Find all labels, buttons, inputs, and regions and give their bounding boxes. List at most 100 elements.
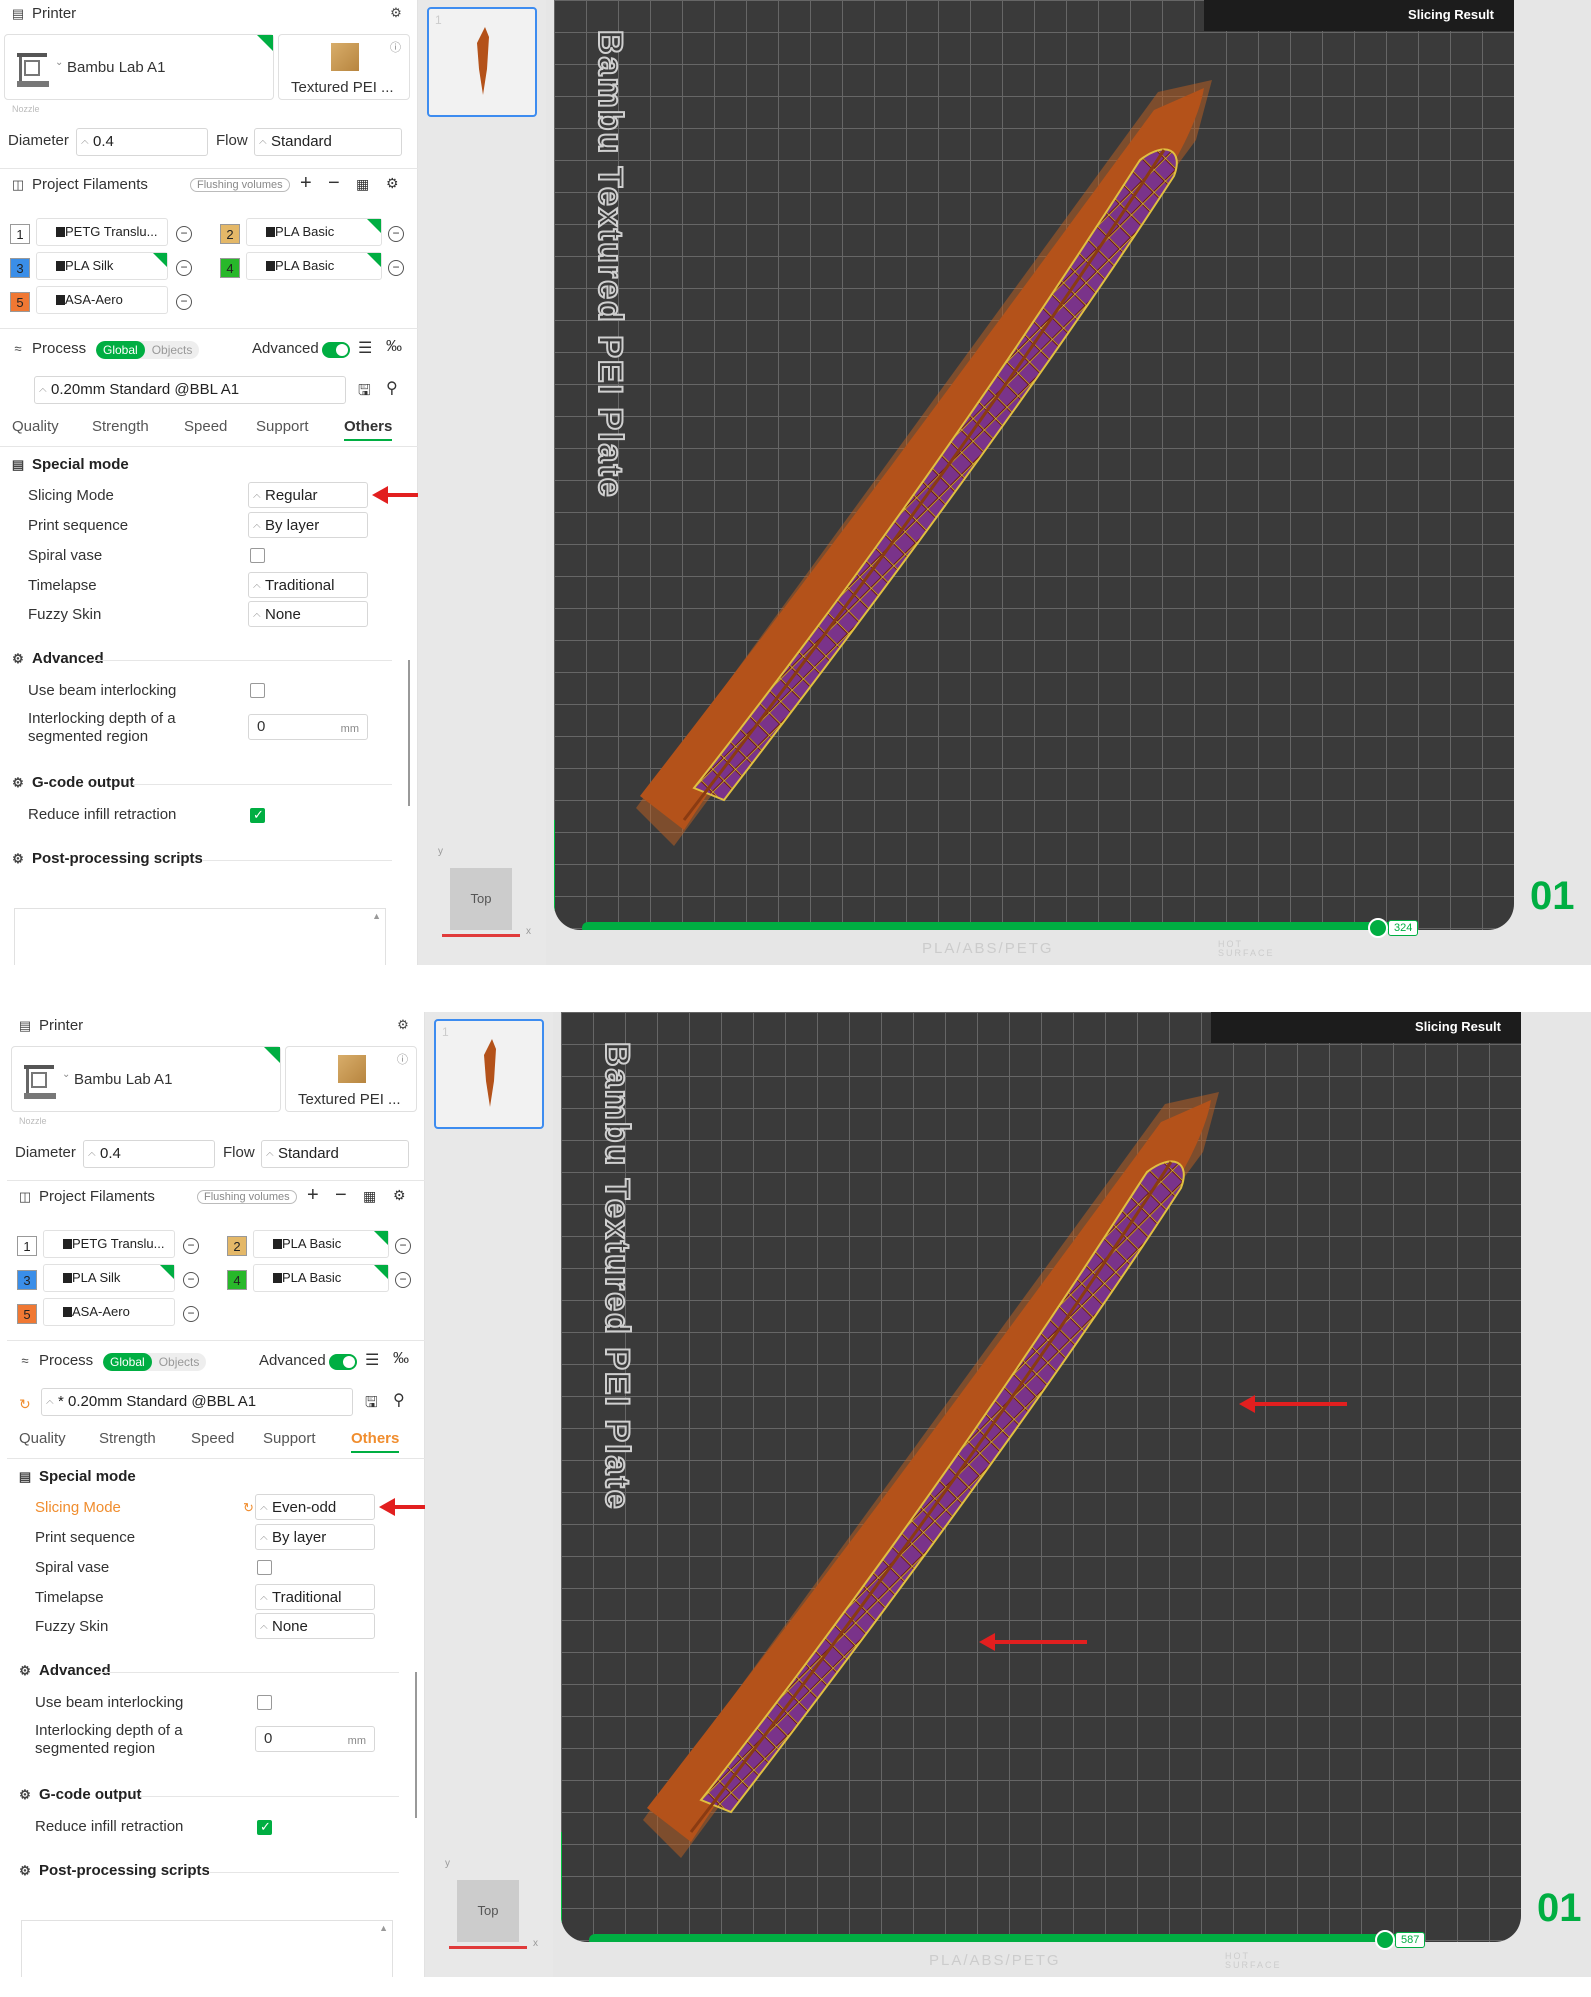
filament-color-swatch[interactable]: 3 [10,258,30,278]
advanced-toggle[interactable] [329,1354,357,1370]
filament-select[interactable]: PETG Translu... [43,1230,175,1258]
filament-select[interactable]: PLA Basic [246,218,382,246]
add-filament-button[interactable]: + [307,1184,319,1207]
list-icon[interactable]: ☰ [365,1350,379,1370]
compare-icon[interactable]: ‰ [393,1350,409,1368]
filament-select[interactable]: ASA-Aero [43,1298,175,1326]
save-icon[interactable]: 🖫 [365,1392,378,1417]
top-view-button[interactable]: Top [457,1880,519,1942]
filament-select[interactable]: PLA Basic [253,1264,389,1292]
print-sequence-select[interactable]: By layer [248,512,368,538]
sync-filament-icon[interactable]: ▦ [356,176,369,193]
plate-thumbnail[interactable]: 1 [434,1019,544,1129]
advanced-toggle[interactable] [322,342,350,358]
interlocking-depth-input[interactable]: 0 mm [248,714,368,740]
beam-interlocking-checkbox[interactable] [257,1695,272,1710]
flow-select[interactable]: Standard [261,1140,409,1168]
filament-select[interactable]: PETG Translu... [36,218,168,246]
diameter-select[interactable]: 0.4 [76,128,208,156]
filament-color-swatch[interactable]: 2 [227,1236,247,1256]
tab-strength[interactable]: Strength [99,1430,156,1447]
global-objects-switch[interactable]: Global Objects [96,341,200,359]
layer-slider[interactable] [589,1934,1409,1942]
save-icon[interactable]: 🖫 [358,380,371,405]
search-icon[interactable]: ⚲ [386,378,398,398]
print-sequence-select[interactable]: By layer [255,1524,375,1550]
tab-quality[interactable]: Quality [19,1430,66,1447]
objects-tab[interactable]: Objects [152,1353,207,1371]
3d-viewport[interactable]: Bambu Textured PEI Plate Slicing Result [445,1012,1591,1977]
list-icon[interactable]: ☰ [358,338,372,358]
filament-color-swatch[interactable]: 1 [10,224,30,244]
reset-slicing-mode-icon[interactable]: ↻ [243,1500,254,1516]
filament-settings-icon[interactable]: ⚙ [386,175,399,192]
interlocking-depth-input[interactable]: 0 mm [255,1726,375,1752]
timelapse-select[interactable]: Traditional [255,1584,375,1610]
3d-viewport[interactable]: Bambu Textured PEI Plate Slicing Result [438,0,1591,965]
spiral-vase-checkbox[interactable] [257,1560,272,1575]
slicing-result-title[interactable]: Slicing Result [1399,1012,1521,1041]
tab-others[interactable]: Others [351,1430,400,1453]
process-preset-select[interactable]: 0.20mm Standard @BBL A1 [34,376,346,404]
gear-icon[interactable]: ⚙ [388,5,404,21]
flushing-volumes-button[interactable]: Flushing volumes [197,1190,297,1204]
filament-color-swatch[interactable]: 5 [17,1304,37,1324]
timelapse-select[interactable]: Traditional [248,572,368,598]
spiral-vase-checkbox[interactable] [250,548,265,563]
slicing-mode-select[interactable]: Even-odd [255,1494,375,1520]
process-preset-select[interactable]: * 0.20mm Standard @BBL A1 [41,1388,353,1416]
fuzzy-skin-select[interactable]: None [255,1613,375,1639]
filament-select[interactable]: PLA Silk [43,1264,175,1292]
filament-settings-icon[interactable]: ⚙ [393,1187,406,1204]
scroll-up-icon[interactable]: ▲ [372,911,381,921]
tab-strength[interactable]: Strength [92,418,149,435]
plate-thumbnail[interactable]: 1 [427,7,537,117]
filament-color-swatch[interactable]: 4 [227,1270,247,1290]
global-tab[interactable]: Global [96,341,145,359]
slicing-result-title[interactable]: Slicing Result [1392,0,1514,29]
filament-select[interactable]: PLA Basic [253,1230,389,1258]
filament-select[interactable]: PLA Basic [246,252,382,280]
objects-tab[interactable]: Objects [145,341,200,359]
panel-scrollbar[interactable] [408,660,410,806]
panel-scrollbar[interactable] [415,1672,417,1818]
filament-color-swatch[interactable]: 3 [17,1270,37,1290]
remove-filament-icon[interactable]: − [183,1306,199,1322]
reduce-infill-retraction-checkbox[interactable] [257,1819,272,1835]
layer-slider-knob[interactable] [1375,1930,1395,1950]
filament-select[interactable]: ASA-Aero [36,286,168,314]
remove-filament-icon[interactable]: − [176,260,192,276]
remove-filament-icon[interactable]: − [183,1238,199,1254]
post-processing-textarea[interactable]: ▲ [21,1920,393,1977]
flow-select[interactable]: Standard [254,128,402,156]
filament-color-swatch[interactable]: 4 [220,258,240,278]
info-icon[interactable]: ⓘ [390,39,401,55]
compare-icon[interactable]: ‰ [386,338,402,356]
remove-filament-button[interactable]: − [328,172,340,195]
scroll-up-icon[interactable]: ▲ [379,1923,388,1933]
gear-icon[interactable]: ⚙ [395,1017,411,1033]
filament-color-swatch[interactable]: 1 [17,1236,37,1256]
layer-slider-knob[interactable] [1368,918,1388,938]
printer-selector[interactable]: Bambu Lab A1 ⌄ [4,34,274,100]
remove-filament-icon[interactable]: − [395,1238,411,1254]
remove-filament-icon[interactable]: − [388,260,404,276]
global-tab[interactable]: Global [103,1353,152,1371]
add-filament-button[interactable]: + [300,172,312,195]
global-objects-switch[interactable]: Global Objects [103,1353,207,1371]
tab-speed[interactable]: Speed [191,1430,234,1447]
top-view-button[interactable]: Top [450,868,512,930]
remove-filament-icon[interactable]: − [176,294,192,310]
filament-select[interactable]: PLA Silk [36,252,168,280]
remove-filament-icon[interactable]: − [176,226,192,242]
fuzzy-skin-select[interactable]: None [248,601,368,627]
remove-filament-icon[interactable]: − [395,1272,411,1288]
plate-selector[interactable]: ⓘ Textured PEI ... [278,34,410,100]
remove-filament-icon[interactable]: − [388,226,404,242]
tab-support[interactable]: Support [263,1430,316,1447]
tab-quality[interactable]: Quality [12,418,59,435]
reset-icon[interactable]: ↻ [19,1396,31,1413]
tab-support[interactable]: Support [256,418,309,435]
filament-color-swatch[interactable]: 5 [10,292,30,312]
search-icon[interactable]: ⚲ [393,1390,405,1410]
